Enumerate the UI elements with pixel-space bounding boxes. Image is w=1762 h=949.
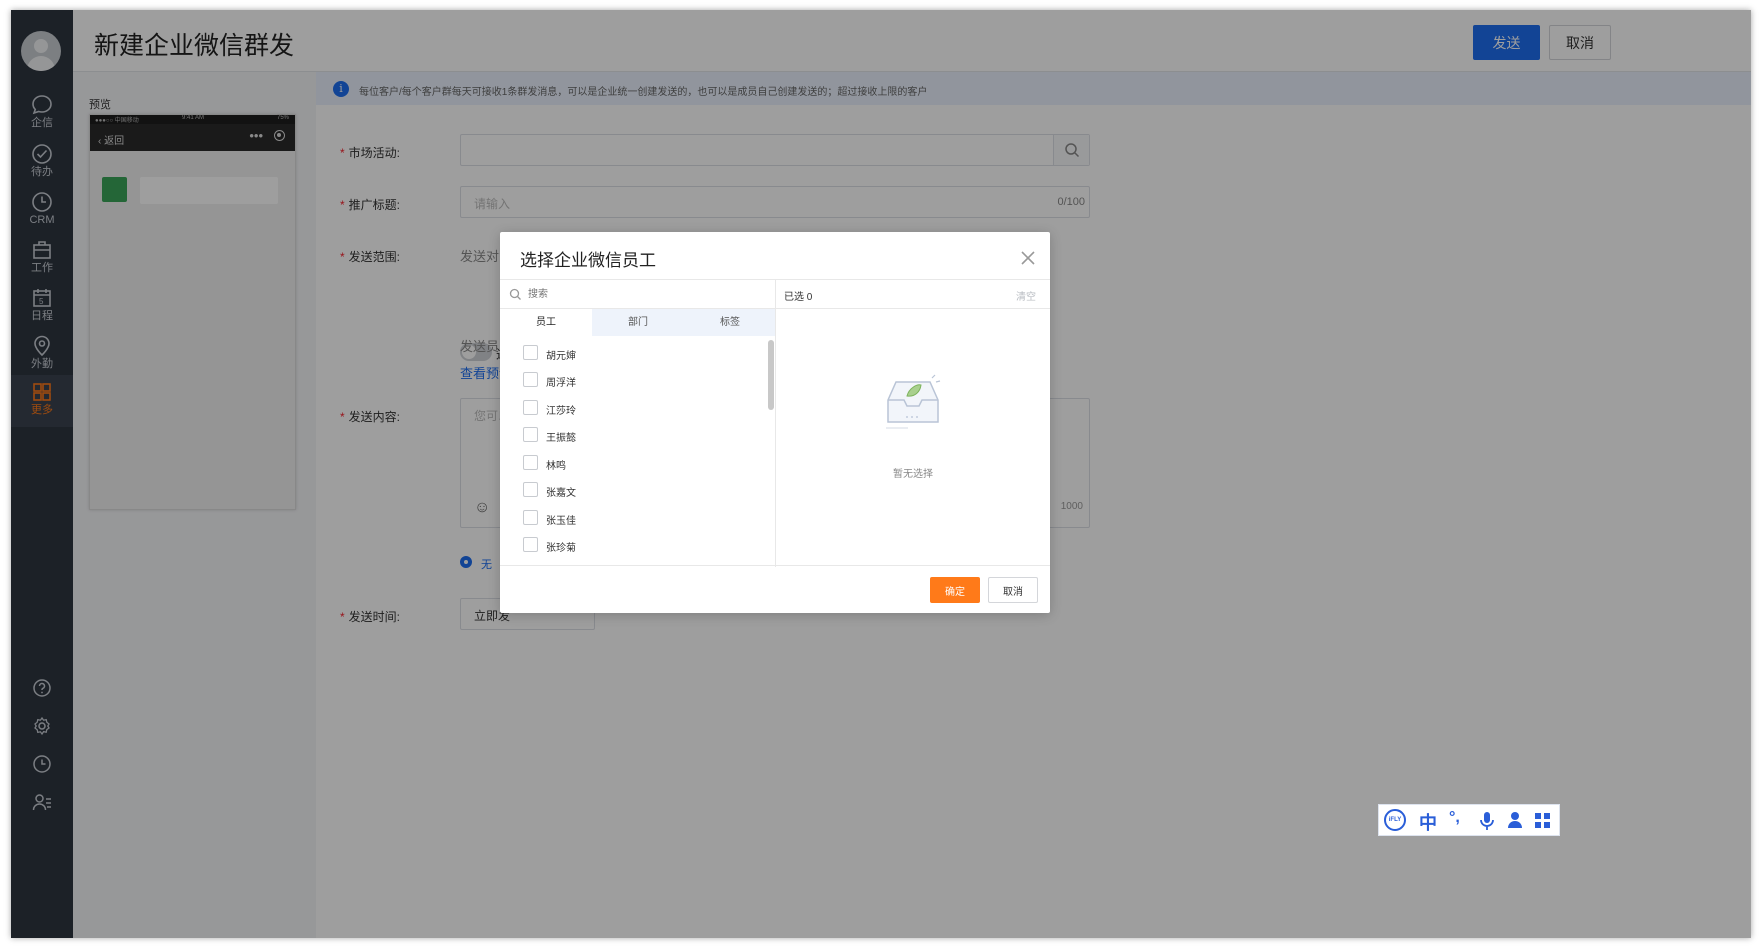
employee-name: 王振懿 <box>546 433 576 444</box>
employee-search-row <box>500 280 775 309</box>
mic-icon[interactable] <box>1479 811 1495 831</box>
employee-checkbox[interactable] <box>523 400 538 415</box>
confirm-button[interactable]: 确定 <box>930 577 980 603</box>
employee-search-input[interactable] <box>528 285 758 303</box>
picker-tabs: 员工 部门 标签 <box>500 309 775 336</box>
dialog-body: 员工 部门 标签 胡元婶 周浮洋 江莎玲 王振懿 林鸣 张嘉文 张玉佳 张珍菊 <box>500 279 1050 567</box>
employee-checkbox[interactable] <box>523 372 538 387</box>
selected-pane: 已选 0 清空 暂无选择 <box>776 280 1050 567</box>
close-icon[interactable] <box>1020 250 1036 266</box>
tab-employees[interactable]: 员工 <box>500 309 592 336</box>
tab-departments[interactable]: 部门 <box>592 309 684 336</box>
selected-count: 已选 0 <box>784 292 813 303</box>
employee-checkbox[interactable] <box>523 345 538 360</box>
list-scrollbar[interactable] <box>768 340 774 410</box>
dialog-cancel-button[interactable]: 取消 <box>988 577 1038 603</box>
selected-header: 已选 0 清空 <box>776 280 1050 309</box>
chinese-mode-button[interactable]: 中 <box>1419 809 1437 835</box>
select-employee-dialog: 选择企业微信员工 员工 部门 标签 胡元婶 周浮洋 江莎玲 王振懿 林 <box>500 232 1050 613</box>
employee-name: 张珍菊 <box>546 543 576 554</box>
empty-selection-text: 暂无选择 <box>893 469 933 480</box>
employee-checkbox[interactable] <box>523 482 538 497</box>
ime-toolbar: iFLY 中 °, <box>1378 804 1560 836</box>
employee-name: 张嘉文 <box>546 488 576 499</box>
employee-name: 胡元婶 <box>546 351 576 362</box>
employee-checkbox[interactable] <box>523 537 538 552</box>
employee-name: 林鸣 <box>546 461 566 472</box>
app-window: 企信 待办 CRM 工作 5 日程 外勤 更多 新建企业微信群发 发送 取消 预… <box>11 10 1751 938</box>
employee-list: 胡元婶 周浮洋 江莎玲 王振懿 林鸣 张嘉文 张玉佳 张珍菊 <box>500 336 768 567</box>
employee-name: 江莎玲 <box>546 406 576 417</box>
employee-checkbox[interactable] <box>523 427 538 442</box>
employee-name: 周浮洋 <box>546 378 576 389</box>
employee-checkbox[interactable] <box>523 455 538 470</box>
punctuation-button[interactable]: °, <box>1449 809 1460 827</box>
apps-icon[interactable] <box>1534 812 1551 829</box>
empty-inbox-icon <box>886 374 941 429</box>
ifly-logo-icon[interactable]: iFLY <box>1384 809 1406 831</box>
dialog-title: 选择企业微信员工 <box>520 251 656 270</box>
employee-name: 张玉佳 <box>546 516 576 527</box>
employee-picker-pane: 员工 部门 标签 胡元婶 周浮洋 江莎玲 王振懿 林鸣 张嘉文 张玉佳 张珍菊 <box>500 280 776 567</box>
tab-tags[interactable]: 标签 <box>684 309 775 336</box>
clear-selection-link[interactable]: 清空 <box>1016 288 1036 303</box>
search-icon <box>509 288 521 300</box>
employee-checkbox[interactable] <box>523 510 538 525</box>
user-icon[interactable] <box>1507 811 1523 829</box>
